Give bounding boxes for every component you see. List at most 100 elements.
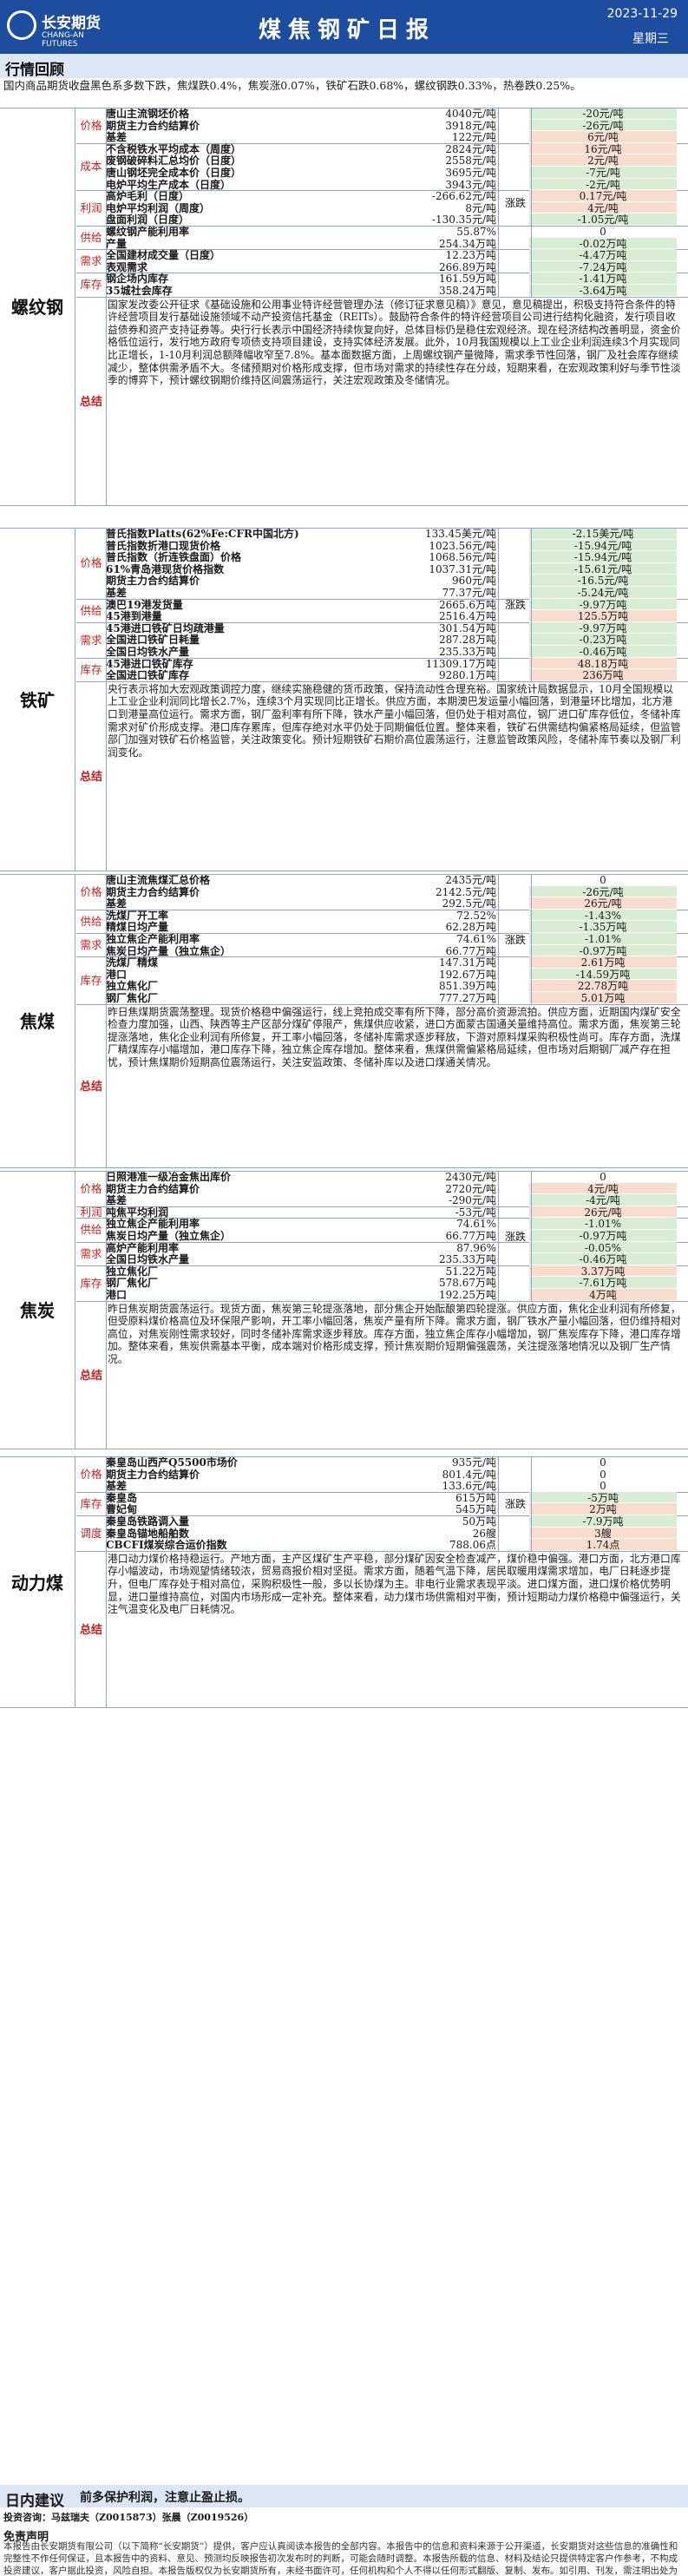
column-divider: [498, 874, 499, 1004]
row-change: -0.02万吨: [529, 237, 677, 249]
row-label: 秦皇岛铁路调入量: [106, 1515, 190, 1528]
row-value: 235.33万吨: [439, 1253, 496, 1266]
section-rebar: 螺纹钢 价格 成本 利润 供给 需求 库存 唐山主流钢坯价格 4040元/吨 -20元/吨 期货主力…: [0, 108, 688, 506]
row-label: 钢企场内库存: [106, 273, 169, 286]
row-label: 独立焦化厂: [106, 980, 159, 993]
row-label: 秦皇岛锚地船舶数: [106, 1527, 190, 1540]
table-row: 曹妃甸 545万吨 2万吨: [0, 1503, 688, 1515]
row-value: 4040元/吨: [445, 108, 496, 120]
row-value: 12.23万吨: [445, 249, 496, 262]
row-label: 吨焦平均利润: [106, 1206, 169, 1219]
table-row: 基差 292.5元/吨 26元/吨: [0, 897, 688, 910]
column-divider: [498, 528, 499, 681]
summary-divider-v: [106, 1550, 107, 1707]
row-value: 66.77万吨: [445, 1230, 496, 1242]
row-label: 唐山主流钢坯价格: [106, 108, 190, 120]
column-divider: [498, 1171, 499, 1301]
table-row: 电炉平均利润（周度） 8元/吨 4元/吨: [0, 201, 688, 214]
row-change: -2元/吨: [529, 178, 677, 190]
row-label: 盘面利润（日度）: [106, 214, 190, 227]
row-value: 3695元/吨: [445, 167, 496, 179]
row-value: 161.59万吨: [439, 273, 496, 286]
report-weekday: 星期三: [632, 32, 669, 46]
row-change: -0.97万吨: [529, 1230, 677, 1242]
row-label: 曹妃甸: [106, 1503, 138, 1516]
row-label: 基差: [106, 587, 128, 599]
table-row: 高炉产能利用率 87.96% -0.05%: [0, 1241, 688, 1254]
summary-divider: [76, 680, 688, 682]
section-coke: 焦煤 价格 供给 需求 库存 唐山主流焦煤汇总价格 2435元/吨 0 期货主力合约结算价 214…: [0, 874, 688, 1168]
row-value: 8元/吨: [465, 201, 496, 214]
updown-label: 涨跌: [504, 1230, 526, 1243]
row-change: -0.05%: [529, 1241, 677, 1253]
row-label: 普氏指数折港口现货价格: [106, 539, 221, 552]
row-value: 2558元/吨: [445, 154, 496, 168]
table-row: 电炉平均生产成本（日度） 3943元/吨 -2元/吨: [0, 178, 688, 191]
row-value: 960元/吨: [452, 575, 496, 588]
row-value: 74.61%: [456, 1218, 496, 1231]
row-label: 港口: [106, 968, 128, 981]
table-row: 洗煤厂开工率 72.52% -1.43%: [0, 909, 688, 922]
summary-text: 港口动力煤价格持稳运行。产地方面，主产区煤矿生产平稳，部分煤矿因安全检查减产，煤…: [108, 1552, 681, 1616]
row-change: -7.61万吨: [529, 1277, 677, 1289]
table-row: 普氏指数折港口现货价格 1023.56元/吨 -15.94元/吨: [0, 539, 688, 552]
row-change: -1.43%: [529, 909, 677, 922]
row-change: 0: [600, 874, 606, 886]
row-change: -1.41万吨: [529, 273, 677, 285]
row-change: -15.94元/吨: [529, 539, 677, 551]
table-row: 港口 192.25万吨 4万吨: [0, 1289, 688, 1301]
row-value: 133.6元/吨: [442, 1480, 496, 1493]
row-change: 0.17元/吨: [529, 190, 677, 202]
section-bottom-border: [0, 1166, 688, 1168]
table-row: 秦皇岛锚地船舶数 26艘 3艘: [0, 1527, 688, 1540]
row-label: 35城社会库存: [106, 285, 173, 297]
row-value: 301.54万吨: [439, 621, 496, 634]
row-change: -15.61元/吨: [529, 562, 677, 575]
summary-divider: [76, 296, 688, 298]
summary-text: 昨日焦煤期货震荡整理。现货价格稳中偏强运行，线上竞拍成交率有所下降，部分高价资源…: [108, 1005, 681, 1068]
row-change: -14.59万吨: [529, 968, 677, 981]
row-label: 全国日均铁水产量: [106, 646, 190, 658]
table-row: 基差 133.6元/吨 0: [0, 1480, 688, 1492]
table-row: 45港进口铁矿日均疏港量 301.54万吨 -9.97万吨: [0, 621, 688, 634]
table-row: 吨焦平均利润 -53元/吨 26元/吨: [0, 1206, 688, 1219]
row-change: -2.15美元/吨: [529, 528, 677, 540]
row-change: -4.47万吨: [529, 249, 677, 261]
row-value: 72.52%: [456, 909, 496, 922]
row-value: 287.28万吨: [439, 634, 496, 647]
market-review-text: 国内商品期货收盘黑色系多数下跌，焦煤跌0.4%，焦炭涨0.07%，铁矿石跌0.6…: [0, 78, 688, 106]
row-change: 0: [600, 1468, 606, 1481]
table-row: 全国建材成交量（日度） 12.23万吨 -4.47万吨: [0, 249, 688, 261]
row-label: 高炉毛利（日度）: [106, 190, 190, 203]
row-change: 4万吨: [529, 1289, 677, 1301]
table-row: 普氏指数（折连铁盘面）价格 1068.56元/吨 -15.94元/吨: [0, 551, 688, 563]
updown-label: 涨跌: [504, 1498, 526, 1511]
row-change: 0: [600, 1456, 606, 1469]
row-label: 废钢破碎料汇总均价（日度）: [106, 154, 242, 168]
column-divider: [531, 108, 532, 297]
table-row: 普氏指数Platts(62%Fe:CFR中国北方) 133.45美元/吨 -2.15…: [0, 528, 688, 540]
row-label: 洗煤厂开工率: [106, 909, 169, 922]
row-change: -16.5元/吨: [529, 575, 677, 587]
row-value: 851.39万吨: [439, 980, 496, 993]
row-change: 16元/吨: [529, 142, 677, 155]
row-label: 秦皇岛: [106, 1491, 138, 1504]
advice-text: 前多保护利润，注意止盈止损。: [80, 2491, 250, 2505]
column-divider: [531, 1456, 532, 1551]
table-row: 期货主力合约结算价 3918元/吨 -26元/吨: [0, 119, 688, 132]
row-label: 钢厂焦化厂: [106, 1277, 159, 1290]
table-row: 期货主力合约结算价 2142.5元/吨 -26元/吨: [0, 885, 688, 898]
row-label: 不含税铁水平均成本（周度）: [106, 142, 242, 155]
logo-circle-icon: [7, 10, 36, 40]
row-value: 292.5元/吨: [442, 897, 496, 910]
row-value: 122元/吨: [452, 131, 496, 144]
table-row: 日照港准一级冶金焦出库价 2430元/吨 0: [0, 1171, 688, 1183]
table-row: 高炉毛利（日度） -266.62元/吨 0.17元/吨: [0, 190, 688, 202]
row-change: -9.97万吨: [529, 598, 677, 610]
row-value: 578.67万吨: [439, 1277, 496, 1290]
row-label: 全国建材成交量（日度）: [106, 249, 221, 262]
row-value: 133.45美元/吨: [424, 528, 496, 540]
column-divider: [106, 1171, 107, 1301]
table-row: 基差 77.37元/吨 -5.24元/吨: [0, 587, 688, 599]
disclaimer-text: 本报告由长安期货有限公司（以下简称“长安期货”）提供，客户应认真阅读本报告的全部…: [3, 2541, 678, 2576]
